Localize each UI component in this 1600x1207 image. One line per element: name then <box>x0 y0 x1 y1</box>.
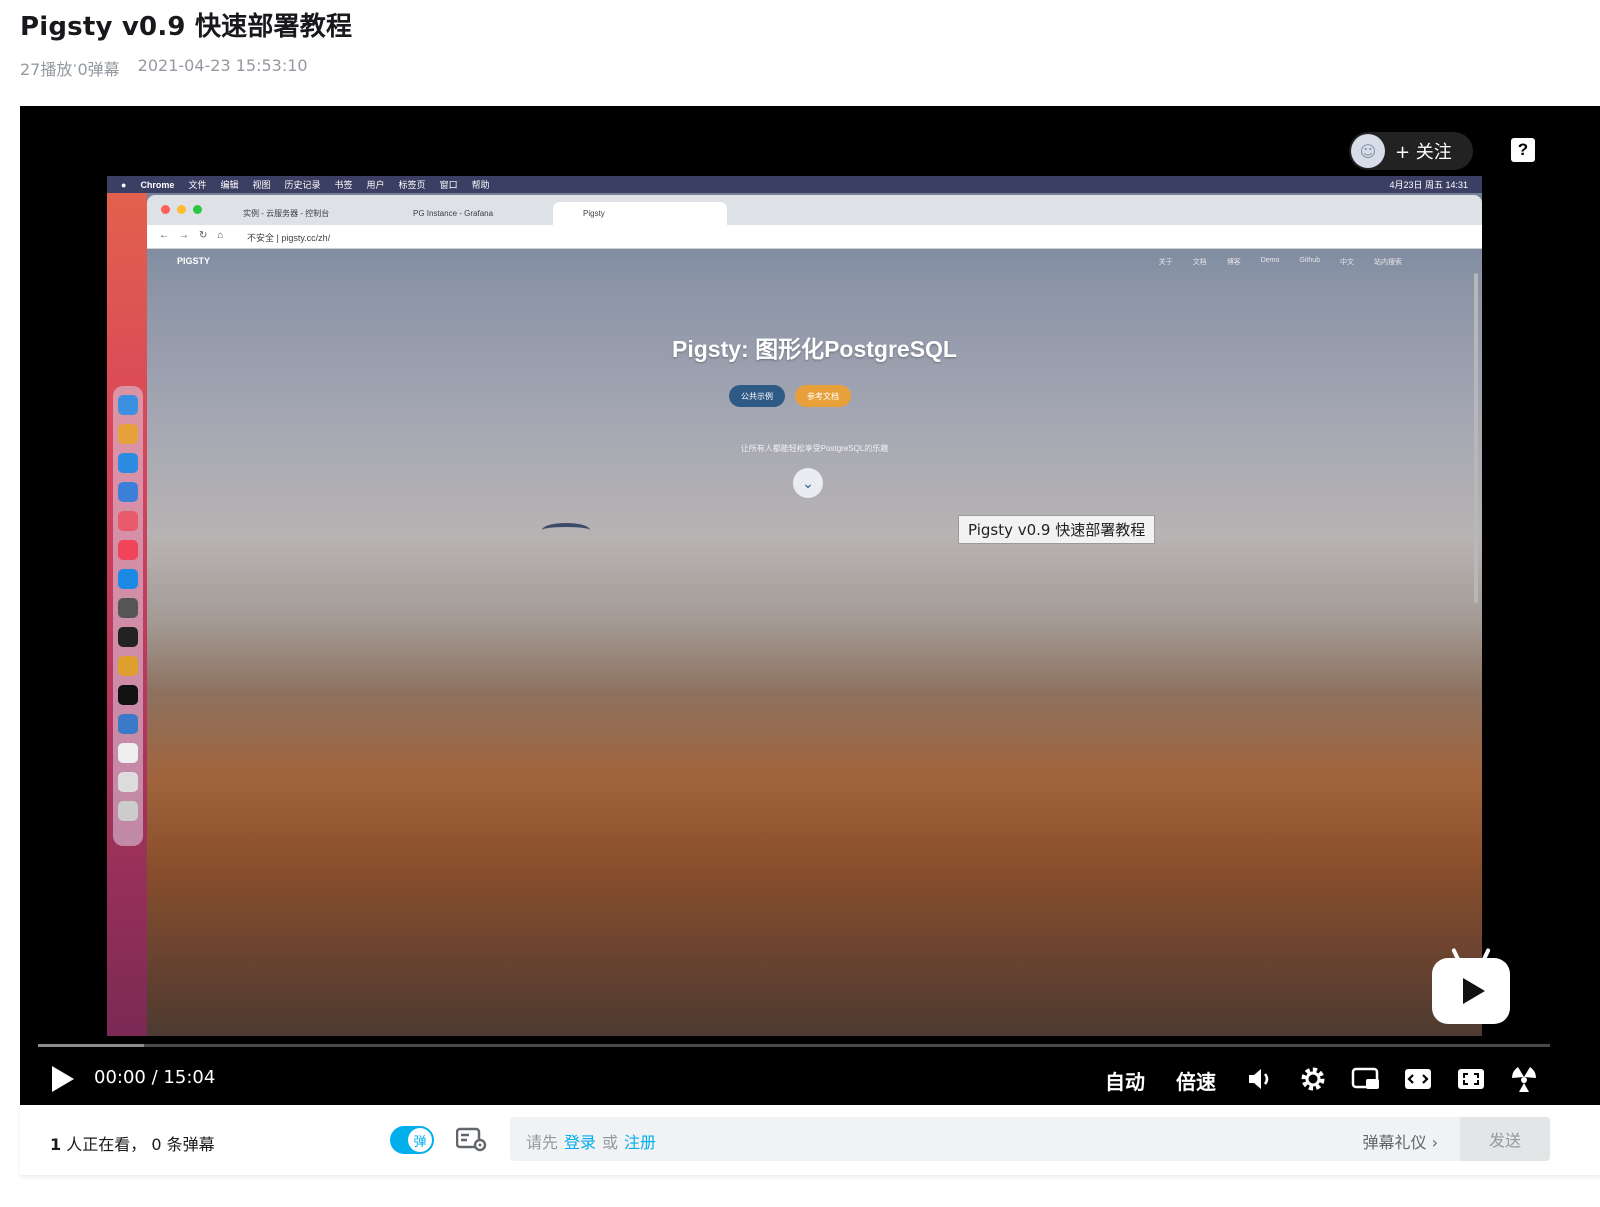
macos-menubar: ● Chrome 文件 编辑 视图 历史记录 书签 用户 标签页 窗口 帮助 4… <box>107 176 1482 193</box>
danmaku-total: 0 <box>151 1135 162 1154</box>
send-button[interactable]: 发送 <box>1460 1117 1550 1161</box>
browser-tabbar: 实例 - 云服务器 - 控制台 PG Instance - Grafana Pi… <box>147 195 1482 225</box>
hero-title: Pigsty: 图形化PostgreSQL <box>672 336 957 362</box>
login-link[interactable]: 登录 <box>564 1133 596 1152</box>
browser-window: 实例 - 云服务器 - 控制台 PG Instance - Grafana Pi… <box>147 195 1482 1036</box>
danmaku-input-prompt: 请先 登录或注册 <box>526 1129 662 1153</box>
macos-dock <box>113 386 143 846</box>
video-player[interactable]: ● Chrome 文件 编辑 视图 历史记录 书签 用户 标签页 窗口 帮助 4… <box>20 106 1600 1105</box>
speed-button[interactable]: 倍速 <box>1176 1066 1216 1095</box>
register-link[interactable]: 注册 <box>624 1133 656 1152</box>
paraglider-shape <box>542 523 590 537</box>
address-bar: ←→↻⌂ 不安全 | pigsty.cc/zh/ <box>147 225 1482 249</box>
site-nav-item: 博客 <box>1226 259 1241 266</box>
input-prefix: 请先 <box>526 1133 559 1152</box>
apple-icon: ● <box>121 179 127 190</box>
input-or: 或 <box>602 1133 619 1152</box>
danmaku-bar: 1 人正在看， 0 条弹幕 弹 请先 登录或注册 弹幕礼仪 › 发送 <box>20 1105 1600 1175</box>
site-nav-item: 站内搜索 <box>1374 259 1402 266</box>
tooltip: Pigsty v0.9 快速部署教程 <box>958 515 1156 544</box>
pip-icon[interactable] <box>1351 1064 1381 1094</box>
tv-play-shape <box>1463 978 1485 1004</box>
site-nav: 关于 文档 博客 Demo Github 中文 站内搜索 <box>1159 257 1402 267</box>
player-controls: 00:00 / 15:04 自动 倍速 <box>20 1052 1600 1102</box>
hero-tagline: 让所有人都能轻松享受PostgreSQL的乐趣 <box>740 444 889 453</box>
follow-label: + 关注 <box>1395 142 1452 163</box>
video-meta: 27播放 · 0弹幕 2021-04-23 15:53:10 <box>20 56 308 80</box>
viewer-status: 1 人正在看， 0 条弹幕 <box>50 1131 215 1155</box>
browser-tab: PG Instance - Grafana <box>413 209 494 218</box>
menubar-item: Chrome <box>140 179 175 190</box>
follow-button[interactable]: ☺ + 关注 <box>1349 132 1473 170</box>
site-logo: PIGSTY <box>177 256 211 266</box>
current-time: 00:00 <box>94 1067 146 1088</box>
hero-buttons: 公共示例 参考文档 <box>729 385 851 407</box>
url-text: 不安全 | pigsty.cc/zh/ <box>247 233 331 243</box>
menubar-item: 文件 <box>188 180 207 190</box>
menubar-item: 视图 <box>252 180 271 190</box>
menubar-item: 历史记录 <box>284 180 321 190</box>
menubar-item: 用户 <box>366 180 385 190</box>
minimize-dot-icon <box>177 205 186 214</box>
settings-gear-icon[interactable] <box>1298 1064 1328 1094</box>
danmaku-settings-icon[interactable] <box>455 1127 488 1153</box>
demo-pill: 公共示例 <box>729 385 785 407</box>
close-dot-icon <box>161 205 170 214</box>
time-separator: / <box>151 1067 158 1088</box>
browser-tab-active: Pigsty <box>553 202 727 225</box>
danmaku-toggle[interactable]: 弹 <box>390 1126 434 1154</box>
menubar-item: 帮助 <box>471 180 490 190</box>
menubar-item: 书签 <box>334 180 353 190</box>
tv-antenna <box>1481 947 1491 963</box>
site-nav-item: 中文 <box>1340 259 1354 266</box>
site-header: PIGSTY 关于 文档 博客 Demo Github 中文 站内搜索 <box>147 249 1482 273</box>
zoom-dot-icon <box>193 205 202 214</box>
menubar-item: 编辑 <box>220 180 239 190</box>
volume-icon[interactable] <box>1245 1064 1275 1094</box>
menubar-clock: 4月23日 周五 14:31 <box>1389 180 1468 190</box>
docs-pill: 参考文档 <box>795 385 851 407</box>
viewer-text: 人正在看， <box>61 1135 147 1154</box>
uploader-avatar: ☺ <box>1351 134 1385 168</box>
quality-button[interactable]: 自动 <box>1105 1066 1145 1095</box>
danmaku-etiquette-link[interactable]: 弹幕礼仪 › <box>1363 1129 1439 1153</box>
publish-date: 2021-04-23 15:53:10 <box>137 56 308 75</box>
window-controls <box>161 205 202 214</box>
help-icon[interactable]: ? <box>1511 138 1535 162</box>
nav-arrows-icon: ←→↻⌂ <box>159 230 234 241</box>
progress-bar[interactable] <box>38 1044 1550 1047</box>
fullscreen-icon[interactable] <box>1456 1064 1486 1094</box>
play-count: 27播放 <box>20 60 73 79</box>
site-nav-item: Demo <box>1260 257 1280 264</box>
browser-tab: 实例 - 云服务器 - 控制台 <box>243 209 330 218</box>
play-icon[interactable] <box>52 1066 74 1092</box>
menubar-item: 窗口 <box>439 180 458 190</box>
site-nav-item: 关于 <box>1158 259 1173 266</box>
widescreen-icon[interactable] <box>1403 1064 1433 1094</box>
viewer-count: 1 <box>50 1135 62 1154</box>
danmaku-toggle-label: 弹 <box>408 1128 432 1152</box>
site-nav-item: 文档 <box>1192 259 1207 266</box>
duration: 15:04 <box>163 1067 216 1088</box>
video-frame[interactable]: ● Chrome 文件 编辑 视图 历史记录 书签 用户 标签页 窗口 帮助 4… <box>107 176 1482 1036</box>
danmaku-shield-icon[interactable] <box>1509 1064 1539 1094</box>
progress-buffered <box>38 1044 144 1047</box>
video-title: Pigsty v0.9 快速部署教程 <box>20 12 353 42</box>
bilibili-tv-icon[interactable] <box>1432 947 1510 1024</box>
danmaku-count: 0弹幕 <box>77 60 120 79</box>
menubar-item: 标签页 <box>398 180 426 190</box>
site-nav-item: Github <box>1299 257 1320 264</box>
danmaku-input[interactable]: 请先 登录或注册 弹幕礼仪 › <box>510 1117 1460 1161</box>
browser-scrollbar <box>1474 273 1478 603</box>
scroll-down-icon: ⌄ <box>793 468 823 498</box>
danmaku-text: 条弹幕 <box>161 1135 215 1154</box>
time-display: 00:00 / 15:04 <box>94 1067 215 1088</box>
